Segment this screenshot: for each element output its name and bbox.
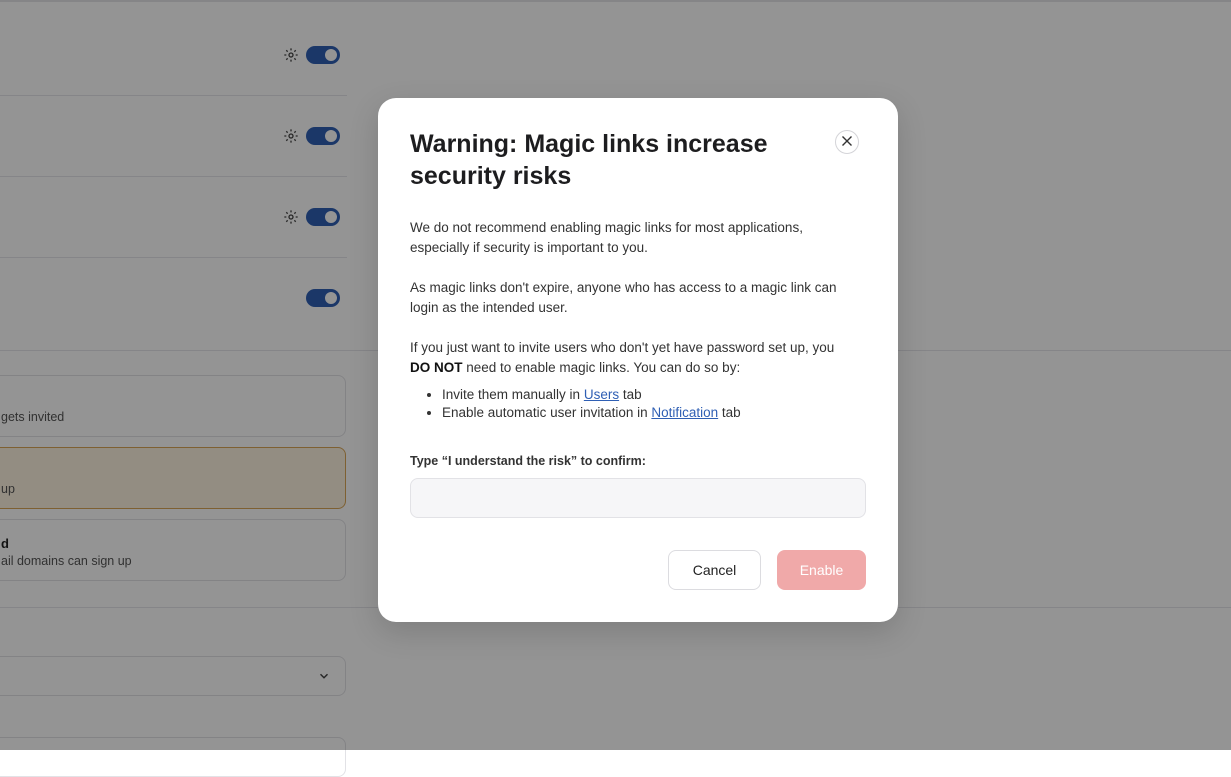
paragraph-text: need to enable magic links. You can do s… bbox=[462, 360, 741, 375]
emphasis-text: DO NOT bbox=[410, 360, 463, 375]
list-item-text: tab bbox=[718, 405, 741, 420]
notification-tab-link[interactable]: Notification bbox=[651, 405, 718, 420]
dialog-title: Warning: Magic links increase security r… bbox=[410, 130, 768, 190]
list-item: Invite them manually in Users tab bbox=[442, 386, 872, 404]
close-button[interactable] bbox=[835, 130, 859, 154]
list-item-text: Invite them manually in bbox=[442, 387, 584, 402]
warning-paragraph: As magic links don't expire, anyone who … bbox=[410, 280, 837, 315]
list-item-text: tab bbox=[619, 387, 642, 402]
enable-button[interactable]: Enable bbox=[777, 550, 866, 590]
cancel-button[interactable]: Cancel bbox=[668, 550, 761, 590]
users-tab-link[interactable]: Users bbox=[584, 387, 619, 402]
list-item: Enable automatic user invitation in Noti… bbox=[442, 404, 872, 422]
close-icon bbox=[841, 135, 853, 150]
magic-link-warning-dialog: Warning: Magic links increase security r… bbox=[378, 98, 898, 622]
alternatives-list: Invite them manually in Users tab Enable… bbox=[410, 386, 872, 422]
paragraph-text: If you just want to invite users who don… bbox=[410, 340, 835, 355]
confirm-label: Type “I understand the risk” to confirm: bbox=[410, 454, 646, 468]
list-item-text: Enable automatic user invitation in bbox=[442, 405, 652, 420]
recommendation-paragraph: If you just want to invite users who don… bbox=[410, 338, 840, 378]
confirm-input[interactable] bbox=[410, 478, 866, 518]
warning-paragraph: We do not recommend enabling magic links… bbox=[410, 220, 803, 255]
